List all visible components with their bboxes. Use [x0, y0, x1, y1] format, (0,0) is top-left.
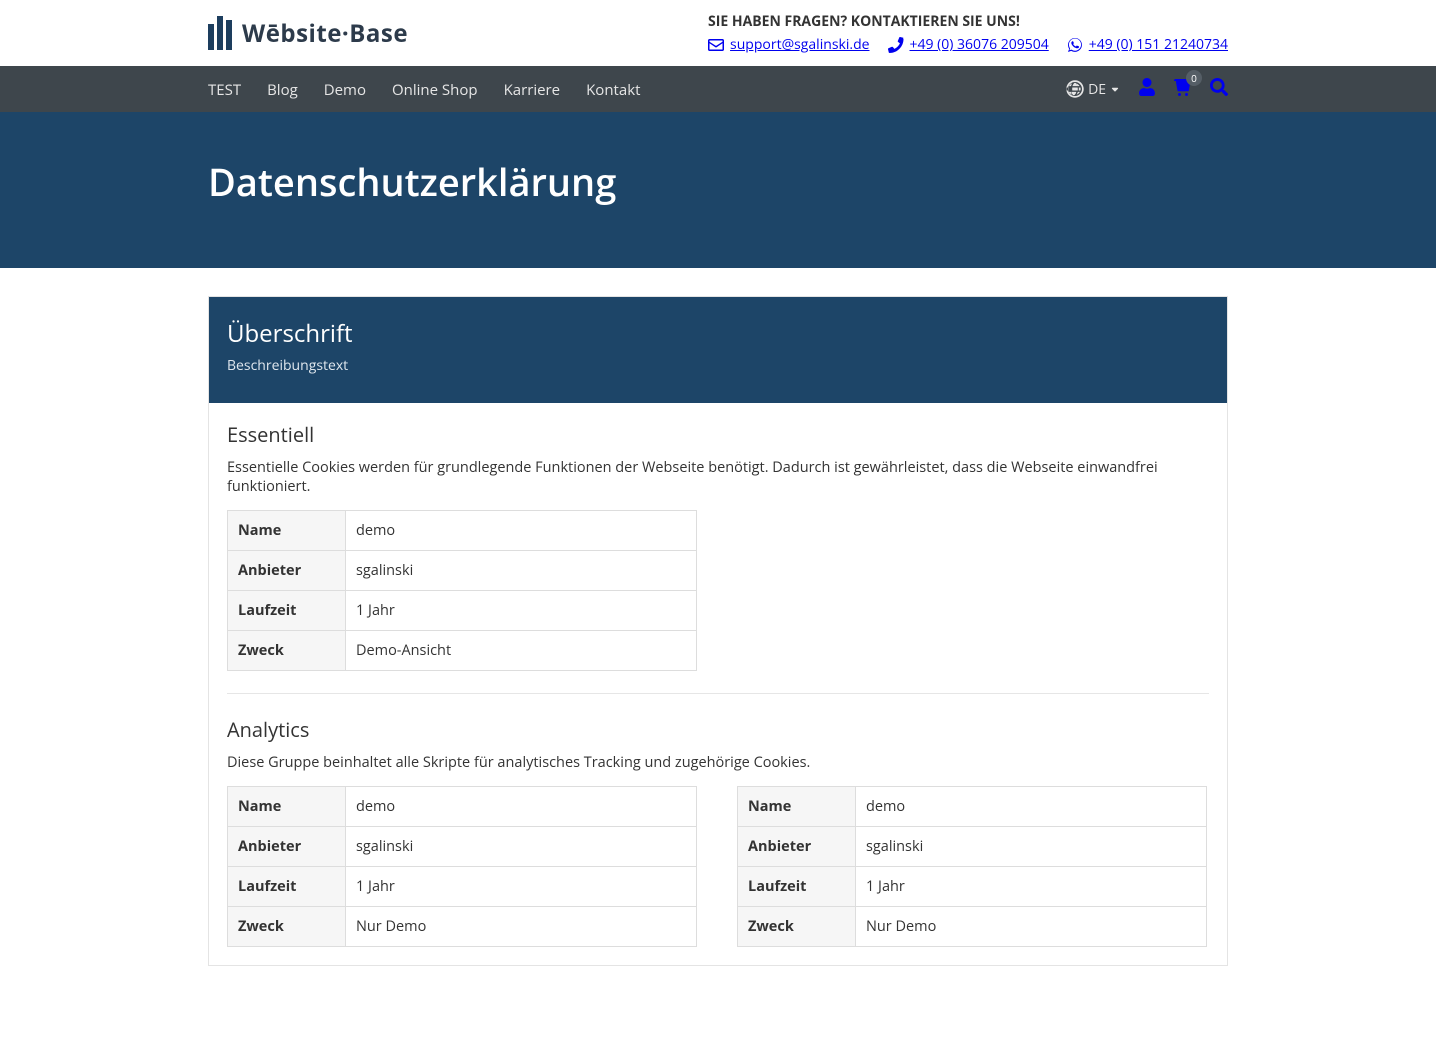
section-essentiell: Essentiell Essentielle Cookies werden fü…	[227, 421, 1209, 671]
globe-icon	[1066, 80, 1084, 98]
nav-shop[interactable]: Online Shop	[392, 80, 478, 100]
caret-down-icon	[1110, 84, 1120, 94]
search-icon	[1210, 78, 1228, 96]
card-header: Überschrift Beschreibungstext	[209, 297, 1227, 403]
site-logo[interactable]: Wēbsite·Base	[208, 16, 408, 50]
section-desc: Essentielle Cookies werden für grundlege…	[227, 458, 1209, 496]
cart-link[interactable]: 0	[1174, 78, 1192, 101]
section-analytics: Analytics Diese Gruppe beinhaltet alle S…	[227, 716, 1209, 947]
whatsapp-icon	[1067, 37, 1083, 53]
contact-whatsapp[interactable]: +49 (0) 151 21240734	[1067, 35, 1228, 54]
divider	[227, 693, 1209, 694]
envelope-icon	[708, 37, 724, 53]
contact-title: SIE HABEN FRAGEN? KONTAKTIEREN SIE UNS!	[708, 12, 1228, 31]
contact-block: SIE HABEN FRAGEN? KONTAKTIEREN SIE UNS! …	[708, 12, 1228, 54]
privacy-card: Überschrift Beschreibungstext Essentiell…	[208, 296, 1228, 966]
account-link[interactable]	[1138, 78, 1156, 101]
contact-phone[interactable]: +49 (0) 36076 209504	[888, 35, 1049, 54]
section-title: Analytics	[227, 716, 1209, 743]
nav-test[interactable]: TEST	[208, 80, 241, 100]
nav-contact[interactable]: Kontakt	[586, 80, 640, 100]
contact-email[interactable]: support@sgalinski.de	[708, 35, 869, 54]
user-icon	[1138, 78, 1156, 96]
logo-mark-icon	[208, 16, 232, 50]
cookie-table: Namedemo Anbietersgalinski Laufzeit1 Jah…	[737, 786, 1207, 947]
card-desc: Beschreibungstext	[227, 356, 1209, 375]
main-nav: TEST Blog Demo Online Shop Karriere Kont…	[208, 78, 640, 100]
section-title: Essentiell	[227, 421, 1209, 448]
cookie-table: Namedemo Anbietersgalinski Laufzeit1 Jah…	[227, 510, 697, 671]
cart-count-badge: 0	[1186, 70, 1202, 86]
nav-career[interactable]: Karriere	[504, 80, 561, 100]
nav-blog[interactable]: Blog	[267, 80, 298, 100]
language-switcher[interactable]: DE	[1066, 80, 1120, 99]
search-link[interactable]	[1210, 78, 1228, 101]
nav-demo[interactable]: Demo	[324, 80, 366, 100]
phone-icon	[888, 37, 904, 53]
card-heading: Überschrift	[227, 317, 1209, 350]
page-title: Datenschutzerklärung	[208, 156, 1228, 208]
logo-text: Wēbsite·Base	[242, 17, 408, 50]
cookie-table: Namedemo Anbietersgalinski Laufzeit1 Jah…	[227, 786, 697, 947]
section-desc: Diese Gruppe beinhaltet alle Skripte für…	[227, 753, 1209, 772]
